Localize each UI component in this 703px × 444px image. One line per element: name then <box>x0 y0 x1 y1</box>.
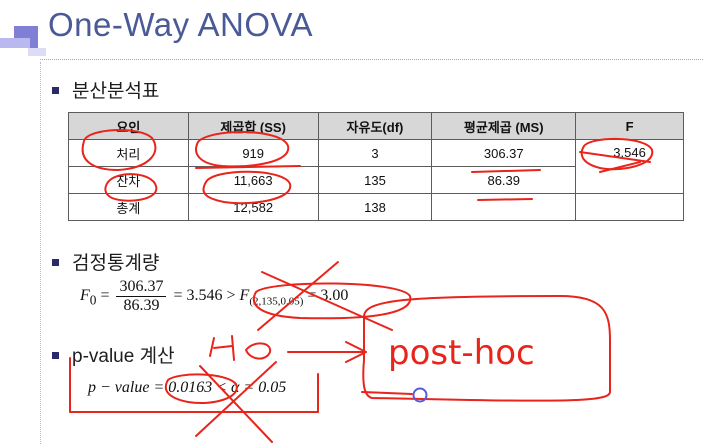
heading-anova-table: 분산분석표 <box>72 81 160 102</box>
title-divider <box>40 59 703 60</box>
handwritten-h0 <box>209 335 235 361</box>
anova-table: 요인 제곱합 (SS) 자유도(df) 평균제곱 (MS) F 처리 919 3… <box>68 112 684 221</box>
cell-ss: 919 <box>187 139 319 167</box>
slide: One-Way ANOVA 분산분석표 요인 제곱합 (SS) 자유도(df) … <box>0 0 703 444</box>
bullet-icon <box>52 87 59 94</box>
cell-ms: 86.39 <box>431 166 577 194</box>
cell-df: 138 <box>317 193 433 221</box>
left-guide-line <box>40 62 41 444</box>
cell-ms: 306.37 <box>431 139 577 167</box>
cross-mark <box>199 365 273 443</box>
formula-denominator: 86.39 <box>123 297 160 314</box>
title-decoration-bar-small <box>28 48 46 56</box>
cell-df: 135 <box>317 166 433 194</box>
formula-critical-sub: (2,135,0.05) <box>249 295 304 308</box>
header-f: F <box>575 112 684 140</box>
formula-fraction: 306.37 86.39 <box>116 278 167 315</box>
header-df: 자유도(df) <box>317 112 433 140</box>
formula-rhs: = 3.00 <box>303 287 349 305</box>
test-statistic-formula: F0 = 306.37 86.39 = 3.546 > F(2,135,0.05)… <box>80 278 348 315</box>
cell-f <box>575 193 684 221</box>
cell-ss: 12,582 <box>187 193 319 221</box>
header-ms: 평균제곱 (MS) <box>431 112 577 140</box>
cell-source: 총계 <box>68 193 189 221</box>
cell-ms <box>431 193 577 221</box>
cell-source: 잔차 <box>68 166 189 194</box>
pen-cursor-icon <box>412 387 428 403</box>
handwriting-annotations: post-hoc <box>69 129 654 443</box>
cell-source: 처리 <box>68 139 189 167</box>
bullet-icon <box>52 352 59 359</box>
cell-df: 3 <box>317 139 433 167</box>
table-row: 총계 12,582 138 <box>68 193 684 221</box>
formula-middle: = 3.546 > <box>169 287 240 305</box>
box-mark-post-hoc <box>362 295 611 402</box>
heading-pvalue: p-value 계산 <box>72 346 175 367</box>
slide-title: One-Way ANOVA <box>48 6 314 43</box>
formula-f0: F <box>80 287 90 305</box>
cell-ss: 11,663 <box>187 166 319 194</box>
cell-f: 3.546 <box>575 139 684 194</box>
title-decoration-bar <box>0 38 30 48</box>
bullet-icon <box>52 259 59 266</box>
underline-mark <box>361 391 413 395</box>
formula-eq: = <box>96 287 114 305</box>
handwritten-h0 <box>245 342 272 360</box>
handwritten-arrow <box>287 341 367 363</box>
formula-numerator: 306.37 <box>116 278 167 297</box>
table-row: 처리 919 3 306.37 3.546 <box>68 139 684 194</box>
header-source: 요인 <box>68 112 189 140</box>
header-ss: 제곱합 (SS) <box>187 112 319 140</box>
handwritten-post-hoc: post-hoc <box>388 333 535 373</box>
formula-critical-f: F <box>239 287 250 305</box>
heading-test-statistic: 검정통계량 <box>72 253 160 274</box>
pvalue-formula: p − value = 0.0163 < α = 0.05 <box>88 379 287 396</box>
cross-mark <box>195 361 277 437</box>
table-header-row: 요인 제곱합 (SS) 자유도(df) 평균제곱 (MS) F <box>68 112 684 140</box>
